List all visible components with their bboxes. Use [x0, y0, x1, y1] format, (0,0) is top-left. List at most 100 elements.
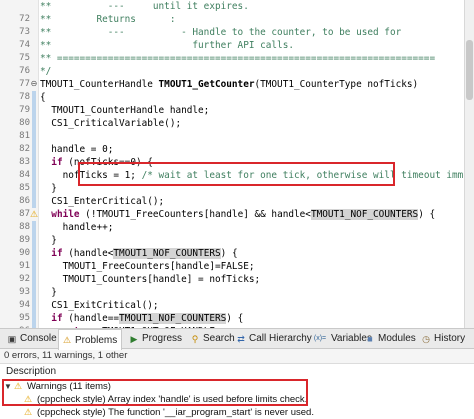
tab-label: History	[434, 333, 466, 344]
code-text: ** --- - Handle to the counter, to be us…	[40, 26, 401, 39]
code-token: }	[40, 235, 57, 246]
column-header-description[interactable]: Description	[0, 363, 474, 380]
problems-view-panel: ▣ Console ⚠ Problems ▶ Progress ⚲ Search ⇄ Call H…	[0, 328, 474, 419]
code-token: ** --- until it expires.	[40, 1, 249, 12]
code-token: CS1_ExitCritical();	[40, 300, 159, 311]
tab-modules[interactable]: ■ Modules	[362, 329, 420, 348]
change-ruler-marker	[32, 247, 36, 260]
code-text: ** Returns :	[40, 13, 175, 26]
code-line[interactable]: 88 handle++;	[0, 221, 465, 234]
code-line[interactable]: 90 if (handle<TMOUT1_NOF_COUNTERS) {	[0, 247, 465, 260]
change-ruler-marker	[32, 169, 36, 182]
call-hierarchy-icon: ⇄	[237, 333, 245, 344]
code-text: CS1_CriticalVariable();	[40, 117, 181, 130]
line-number: 95	[19, 313, 30, 323]
problems-summary: 0 errors, 11 warnings, 1 other	[4, 350, 128, 361]
code-token: while	[51, 209, 80, 220]
code-line[interactable]: 95 if (handle==TMOUT1_NOF_COUNTERS) {	[0, 312, 465, 325]
line-number: 73	[19, 27, 30, 37]
variables-icon: (x)=	[313, 334, 327, 342]
fold-toggle-icon[interactable]: ⊖	[30, 80, 38, 88]
code-text: }	[40, 182, 57, 195]
code-text: ** =====================================…	[40, 52, 435, 65]
change-ruler-marker	[32, 260, 36, 273]
code-line[interactable]: 77 ⊖ TMOUT1_CounterHandle TMOUT1_GetCounte…	[0, 78, 465, 91]
code-line[interactable]: 80 CS1_CriticalVariable();	[0, 117, 465, 130]
line-number: 79	[19, 105, 30, 115]
tab-problems[interactable]: ⚠ Problems	[58, 329, 123, 350]
code-token: handle++;	[40, 222, 114, 233]
code-line[interactable]: 82 handle = 0;	[0, 143, 465, 156]
code-line[interactable]: 87 ⚠ while (!TMOUT1_FreeCounters[handle] …	[0, 208, 465, 221]
code-token: }	[40, 287, 57, 298]
line-number: 85	[19, 183, 30, 193]
line-number: 92	[19, 274, 30, 284]
code-token: }	[40, 183, 57, 194]
code-text: }	[40, 286, 57, 299]
tab-console[interactable]: ▣ Console	[4, 329, 61, 348]
change-ruler-marker	[32, 299, 36, 312]
code-token: CS1_CriticalVariable();	[40, 118, 182, 129]
code-line[interactable]: 79 TMOUT1_CounterHandle handle;	[0, 104, 465, 117]
console-icon: ▣	[7, 333, 17, 344]
code-editor[interactable]: ** --- until it expires. 72 ** Returns :73…	[0, 0, 474, 328]
line-number: 78	[19, 92, 30, 102]
code-line[interactable]: 93 }	[0, 286, 465, 299]
change-ruler-marker	[32, 221, 36, 234]
code-token: TMOUT1_CounterHandle handle;	[40, 105, 210, 116]
code-line[interactable]: 78 {	[0, 91, 465, 104]
code-line[interactable]: 86 CS1_EnterCritical();	[0, 195, 465, 208]
code-text: handle = 0;	[40, 143, 113, 156]
code-token: (handle==	[62, 313, 120, 324]
code-line[interactable]: 94 CS1_ExitCritical();	[0, 299, 465, 312]
code-line[interactable]: 89 }	[0, 234, 465, 247]
editor-vertical-scrollbar[interactable]	[464, 0, 474, 328]
change-ruler-marker	[32, 234, 36, 247]
code-line[interactable]: ** --- until it expires.	[0, 0, 465, 13]
code-line[interactable]: 74 ** further API calls.	[0, 39, 465, 52]
code-token: ) {	[226, 313, 244, 324]
tab-history[interactable]: ◷ History	[418, 329, 469, 348]
change-ruler-marker	[32, 104, 36, 117]
problem-row[interactable]: ⚠ (cppcheck style) The function '__iar_p…	[0, 406, 474, 419]
tab-label: Call Hierarchy	[249, 333, 312, 344]
code-token: ** --- - Handle to the counter, to be us…	[40, 27, 402, 38]
code-token: (TMOUT1_CounterType nofTicks)	[254, 79, 419, 90]
code-line[interactable]: 75 ** ===================================…	[0, 52, 465, 65]
modules-icon: ■	[367, 333, 373, 344]
code-line[interactable]: 92 TMOUT1_Counters[handle] = nofTicks;	[0, 273, 465, 286]
code-line[interactable]: 81	[0, 130, 465, 143]
code-text: if (handle==TMOUT1_NOF_COUNTERS) {	[40, 312, 243, 325]
tab-progress[interactable]: ▶ Progress	[126, 329, 186, 348]
change-ruler-marker	[32, 130, 36, 143]
line-number: 93	[19, 287, 30, 297]
code-text: TMOUT1_FreeCounters[handle]=FALSE;	[40, 260, 255, 273]
line-number: 90	[19, 248, 30, 258]
code-token: TMOUT1_Counters[handle] = nofTicks;	[40, 274, 261, 285]
code-text: TMOUT1_Counters[handle] = nofTicks;	[40, 273, 261, 286]
code-text: */	[40, 65, 51, 78]
code-line[interactable]: 72 ** Returns :	[0, 13, 465, 26]
code-text: ** further API calls.	[40, 39, 294, 52]
line-number: 80	[19, 118, 30, 128]
code-line[interactable]: 73 ** --- - Handle to the counter, to be …	[0, 26, 465, 39]
tab-call-hierarchy[interactable]: ⇄ Call Hierarchy	[233, 329, 316, 348]
code-token: ) {	[220, 248, 238, 259]
warning-marker-icon[interactable]: ⚠	[30, 210, 38, 219]
code-line[interactable]: 76 */	[0, 65, 465, 78]
code-token: TMOUT1_NOF_COUNTERS	[119, 313, 227, 324]
code-line[interactable]: 91 TMOUT1_FreeCounters[handle]=FALSE;	[0, 260, 465, 273]
line-number: 72	[19, 14, 30, 24]
tab-search[interactable]: ⚲ Search	[187, 329, 239, 348]
line-number: 94	[19, 300, 30, 310]
code-token: TMOUT1_CounterHandle	[40, 79, 159, 90]
scrollbar-thumb[interactable]	[466, 40, 473, 100]
code-token: TMOUT1_NOF_COUNTERS	[310, 209, 419, 220]
change-ruler-marker	[32, 182, 36, 195]
code-token: if	[51, 313, 63, 324]
line-number: 89	[19, 235, 30, 245]
